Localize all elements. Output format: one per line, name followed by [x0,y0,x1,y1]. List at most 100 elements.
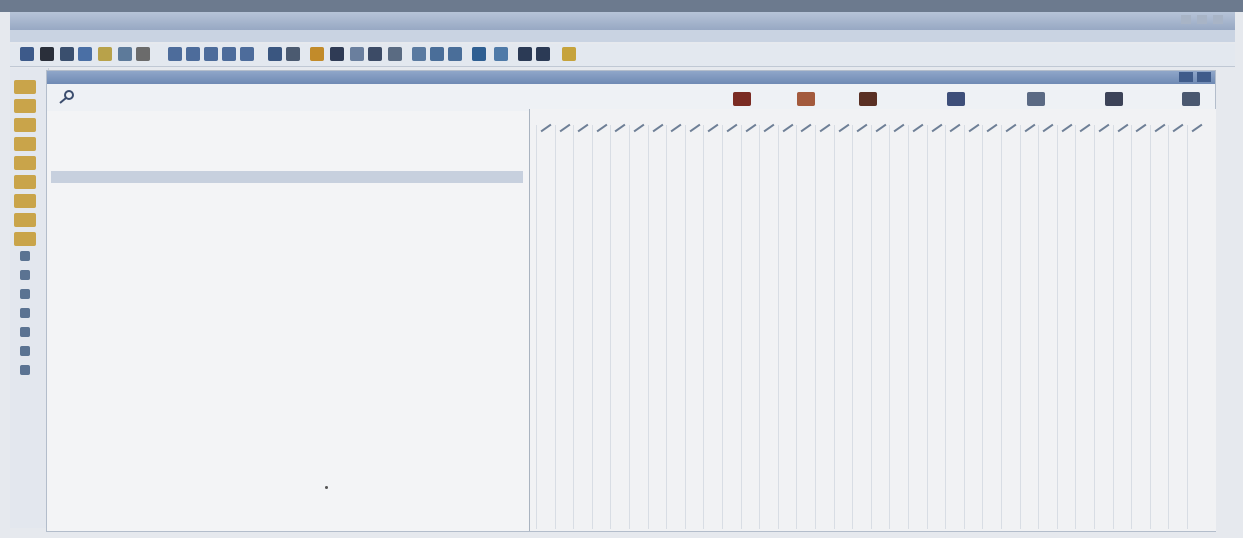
folder-icon[interactable] [14,99,36,113]
grid-column[interactable] [722,123,741,529]
list-item[interactable] [51,290,523,300]
tree-icon[interactable] [286,47,300,61]
grid-column[interactable] [982,123,1001,529]
close-icon[interactable] [1213,15,1223,24]
doc-icon[interactable] [412,47,426,61]
grid-column[interactable] [610,123,629,529]
list-item[interactable] [51,270,523,280]
car-icon[interactable] [536,47,550,61]
person-tab[interactable] [947,90,969,106]
grid-column[interactable] [1131,123,1150,529]
folder-icon[interactable] [14,175,36,189]
grid-column[interactable] [945,123,964,529]
glasses-icon[interactable] [60,47,74,61]
tool-icon[interactable] [20,327,30,337]
folder-icon[interactable] [14,194,36,208]
person-tab[interactable] [1182,90,1204,106]
tool-icon[interactable] [20,365,30,375]
folder-icon[interactable] [14,156,36,170]
grid-column[interactable] [815,123,834,529]
list-item[interactable] [51,194,523,204]
grid-column[interactable] [1075,123,1094,529]
person-tab[interactable] [1027,90,1049,106]
grid-column[interactable] [1112,123,1132,529]
list-item[interactable] [51,184,523,194]
grid-column[interactable] [1001,123,1020,529]
tool-icon[interactable] [20,308,30,318]
person-tab[interactable] [733,90,755,106]
person-tab[interactable] [1105,90,1127,106]
bulb-icon[interactable] [562,47,576,61]
pencil-icon[interactable] [118,47,132,61]
grid-column[interactable] [1056,123,1076,529]
grid-column[interactable] [1019,123,1039,529]
doc-icon[interactable] [168,47,182,61]
grid-column[interactable] [870,123,890,529]
doc-icon[interactable] [222,47,236,61]
grid-column[interactable] [740,123,760,529]
grid-column[interactable] [963,123,983,529]
grid-column[interactable] [833,123,853,529]
folder-icon[interactable] [14,137,36,151]
doc-icon[interactable] [240,47,254,61]
grid-column[interactable] [591,123,611,529]
folder-icon[interactable] [14,80,36,94]
doc-icon[interactable] [204,47,218,61]
car-icon[interactable] [518,47,532,61]
minimize-icon[interactable] [1181,15,1192,24]
grid-column[interactable] [703,123,722,529]
grid-column[interactable] [536,123,555,529]
grid-column[interactable] [852,123,871,529]
person-tab[interactable] [797,90,819,106]
maximize-icon[interactable] [1197,15,1208,24]
doc-close-icon[interactable] [1197,72,1211,82]
grid-column[interactable] [759,123,778,529]
list-item[interactable] [51,222,523,232]
person-tab[interactable] [859,90,881,106]
grid-column[interactable] [926,123,946,529]
filter-lens-icon[interactable] [57,90,77,104]
grid-column[interactable] [1094,123,1113,529]
list-item[interactable] [51,242,523,252]
binoculars-icon[interactable] [40,47,54,61]
grid-column[interactable] [796,123,815,529]
grid-column[interactable] [647,123,667,529]
grid-column[interactable] [908,123,927,529]
folder-icon[interactable] [14,118,36,132]
blob-icon[interactable] [330,47,344,61]
list-item[interactable] [51,280,523,290]
grid-column[interactable] [1187,123,1206,529]
grid-column[interactable] [666,123,685,529]
book-icon[interactable] [430,47,444,61]
grid-column[interactable] [889,123,908,529]
chart-icon[interactable] [368,47,382,61]
folder-icon[interactable] [14,232,36,246]
list-item[interactable] [51,213,523,223]
flag-icon[interactable] [388,47,402,61]
grid-column[interactable] [684,123,704,529]
grid-column[interactable] [629,123,648,529]
list-item[interactable] [51,261,523,271]
search-icon[interactable] [78,47,92,61]
grid-column[interactable] [573,123,592,529]
list-item[interactable] [51,203,523,213]
folder-icon[interactable] [14,213,36,227]
refresh-icon[interactable] [350,47,364,61]
list-item[interactable] [51,232,523,242]
tool-icon[interactable] [20,346,30,356]
doc-icon[interactable] [186,47,200,61]
list-item[interactable] [51,251,523,261]
grid-column[interactable] [554,123,574,529]
book-icon[interactable] [448,47,462,61]
doc-minimize-icon[interactable] [1178,72,1193,82]
new-icon[interactable] [20,47,34,61]
grid-column[interactable] [777,123,797,529]
folder-icon[interactable] [494,47,508,61]
warning-icon[interactable] [310,47,324,61]
tool-icon[interactable] [20,251,30,261]
globe-icon[interactable] [472,47,486,61]
problem-list-header[interactable] [51,171,523,183]
grid-column[interactable] [1149,123,1169,529]
bar-icon[interactable] [268,47,282,61]
tool-icon[interactable] [20,289,30,299]
